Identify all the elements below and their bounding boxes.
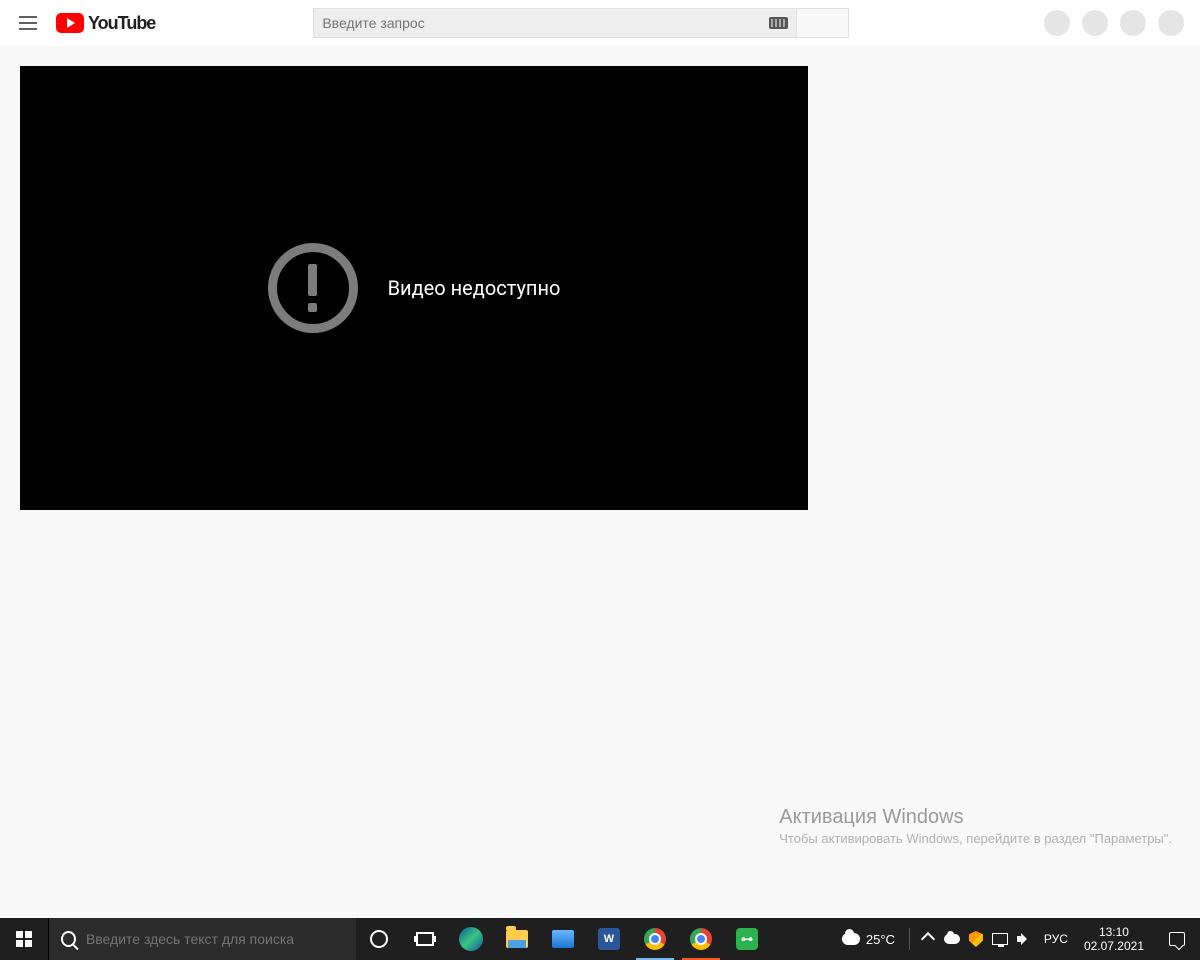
shield-icon bbox=[969, 931, 983, 947]
taskbar-weather[interactable]: 25°C bbox=[832, 932, 905, 947]
notification-icon bbox=[1169, 932, 1185, 946]
cortana-button[interactable] bbox=[356, 918, 402, 960]
activation-subtitle: Чтобы активировать Windows, перейдите в … bbox=[779, 831, 1172, 848]
windows-activation-watermark: Активация Windows Чтобы активировать Win… bbox=[779, 806, 1172, 848]
taskbar-search-input[interactable] bbox=[86, 931, 344, 947]
chevron-up-icon bbox=[921, 932, 935, 946]
chrome-icon bbox=[644, 928, 666, 950]
warning-icon bbox=[268, 243, 358, 333]
cortana-icon bbox=[370, 930, 388, 948]
video-player[interactable]: Видео недоступно bbox=[20, 66, 808, 510]
word-icon: W bbox=[598, 928, 620, 950]
youtube-logo[interactable]: YouTube bbox=[56, 13, 155, 34]
taskbar-app-vpn[interactable]: ⊶ bbox=[724, 918, 770, 960]
tray-onedrive[interactable] bbox=[944, 931, 960, 947]
header-skeleton-icon bbox=[1044, 10, 1070, 36]
speaker-icon bbox=[1017, 932, 1031, 946]
clock-date: 02.07.2021 bbox=[1084, 939, 1144, 953]
youtube-logo-text: YouTube bbox=[88, 13, 155, 34]
monitor-icon bbox=[992, 933, 1008, 945]
taskbar-app-explorer[interactable] bbox=[494, 918, 540, 960]
taskbar-app-word[interactable]: W bbox=[586, 918, 632, 960]
page-content: Видео недоступно Активация Windows Чтобы… bbox=[0, 46, 1200, 918]
keyboard-icon[interactable] bbox=[769, 17, 788, 29]
taskbar-search[interactable] bbox=[48, 918, 356, 960]
windows-taskbar: W ⊶ 25°C РУС 13:10 02.07.2021 bbox=[0, 918, 1200, 960]
system-tray bbox=[914, 931, 1038, 947]
tray-display[interactable] bbox=[992, 931, 1008, 947]
clock-time: 13:10 bbox=[1084, 925, 1144, 939]
task-view-icon bbox=[416, 932, 434, 946]
search-input[interactable] bbox=[322, 15, 765, 31]
chrome-icon bbox=[690, 928, 712, 950]
language-indicator[interactable]: РУС bbox=[1038, 932, 1074, 946]
youtube-header: YouTube bbox=[0, 0, 1200, 46]
weather-cloud-icon bbox=[842, 933, 860, 945]
taskbar-clock[interactable]: 13:10 02.07.2021 bbox=[1074, 925, 1154, 954]
video-error-message: Видео недоступно bbox=[388, 276, 561, 300]
header-skeleton-icon bbox=[1120, 10, 1146, 36]
menu-icon[interactable] bbox=[16, 11, 40, 35]
start-button[interactable] bbox=[0, 918, 48, 960]
header-skeleton-icon bbox=[1082, 10, 1108, 36]
header-skeleton-avatar bbox=[1158, 10, 1184, 36]
taskbar-app-chrome-active[interactable] bbox=[632, 918, 678, 960]
tray-security[interactable] bbox=[968, 931, 984, 947]
app-icon bbox=[552, 930, 574, 948]
tray-overflow-button[interactable] bbox=[920, 931, 936, 947]
weather-temp: 25°C bbox=[866, 932, 895, 947]
taskbar-app-chrome-2[interactable] bbox=[678, 918, 724, 960]
taskbar-app-edge[interactable] bbox=[448, 918, 494, 960]
header-right-placeholders bbox=[1044, 10, 1184, 36]
search-button[interactable] bbox=[797, 8, 849, 38]
cloud-icon bbox=[944, 934, 960, 944]
edge-icon bbox=[459, 927, 483, 951]
vpn-icon: ⊶ bbox=[736, 928, 758, 950]
tray-volume[interactable] bbox=[1016, 931, 1032, 947]
video-error-box: Видео недоступно bbox=[268, 243, 561, 333]
taskbar-app-generic[interactable] bbox=[540, 918, 586, 960]
file-explorer-icon bbox=[506, 930, 528, 948]
action-center-button[interactable] bbox=[1154, 918, 1200, 960]
youtube-play-icon bbox=[56, 13, 84, 33]
windows-logo-icon bbox=[16, 931, 32, 947]
search-area bbox=[313, 8, 849, 38]
activation-title: Активация Windows bbox=[779, 806, 1172, 829]
task-view-button[interactable] bbox=[402, 918, 448, 960]
search-box[interactable] bbox=[313, 8, 797, 38]
search-icon bbox=[61, 931, 76, 947]
